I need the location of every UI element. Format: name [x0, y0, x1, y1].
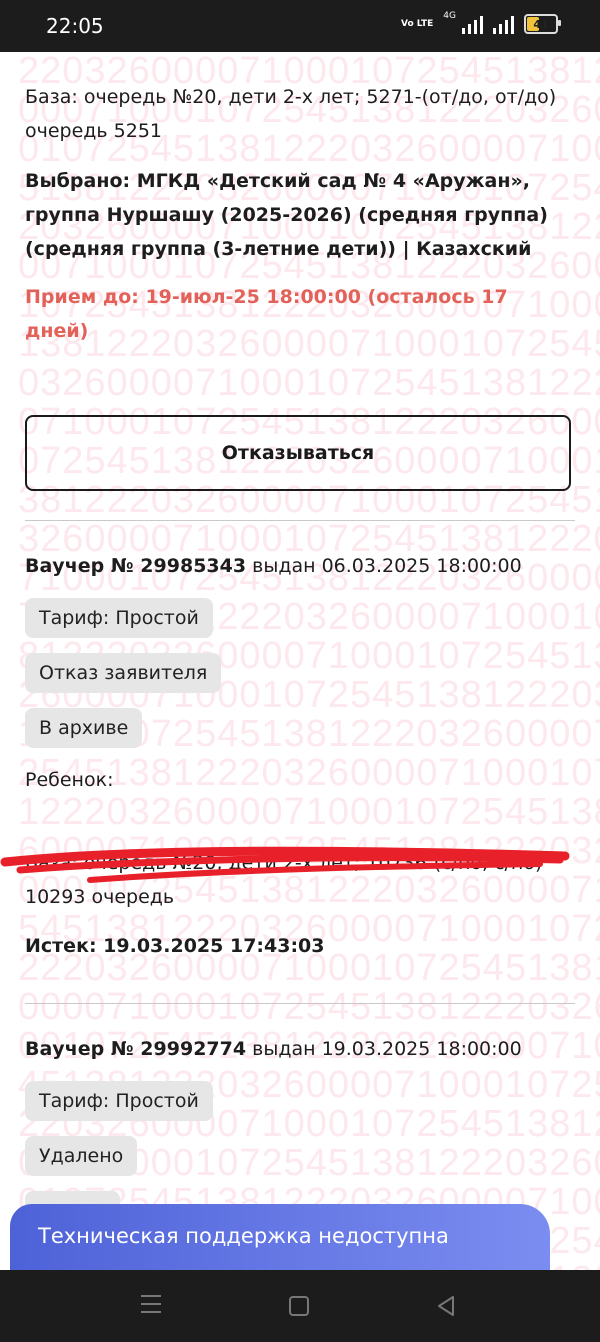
support-banner[interactable]: Техническая поддержка недоступна	[10, 1204, 550, 1276]
battery-icon: 41	[524, 14, 561, 34]
status-time: 22:05	[46, 14, 104, 38]
recent-apps-icon[interactable]	[141, 1295, 161, 1315]
network-type-label: 4G	[443, 11, 456, 21]
watermark-row: 0326000071000107254513812222203260000710…	[18, 362, 600, 404]
voucher-number: Ваучер № 29992774	[25, 1038, 247, 1060]
system-nav-bar	[0, 1270, 600, 1342]
tariff-chip: Тариф: Простой	[25, 1081, 213, 1121]
home-icon[interactable]	[289, 1296, 309, 1316]
voucher-issued: выдан 06.03.2025 18:00:00	[252, 555, 522, 577]
voucher-number: Ваучер № 29985343	[25, 555, 247, 577]
selected-kindergarten: Выбрано: МГКД «Детский сад № 4 «Аружан»,…	[25, 170, 548, 260]
current-base-line: База: очередь №20, дети 2-х лет; 5271-(о…	[25, 86, 557, 142]
watermark-row: 0000710001072545138122203262203260000710…	[18, 986, 600, 1028]
volte-icon: Vo LTE	[400, 18, 434, 29]
archive-chip: В архиве	[25, 708, 143, 748]
child-label: Ребенок:	[25, 769, 114, 791]
voucher-issued: выдан 19.03.2025 18:00:00	[252, 1038, 522, 1060]
redaction-scribble	[0, 846, 570, 883]
signal-icon	[462, 14, 483, 34]
watermark-row: 1222032600007100010725451382203260000710…	[18, 791, 600, 833]
voucher-header: Ваучер № 29985343 выдан 06.03.2025 18:00…	[25, 549, 575, 583]
expired-text: Истек: 19.03.2025 17:43:03	[25, 935, 325, 957]
tariff-chip: Тариф: Простой	[25, 598, 213, 638]
battery-level: 41	[533, 17, 549, 31]
divider	[25, 1003, 575, 1004]
status-icons: Vo LTE 4G 41	[400, 11, 561, 34]
signal-icon-2	[493, 14, 514, 34]
divider	[25, 520, 575, 521]
decline-button[interactable]: Отказываться	[25, 415, 571, 491]
deadline-text: Прием до: 19-июл-25 18:00:00 (осталось 1…	[25, 286, 508, 342]
status-bar: 22:05 Vo LTE 4G 41	[0, 0, 600, 52]
status-chip: Удалено	[25, 1136, 138, 1176]
status-chip: Отказ заявителя	[25, 653, 222, 693]
back-icon[interactable]	[436, 1295, 456, 1317]
voucher-header: Ваучер № 29992774 выдан 19.03.2025 18:00…	[25, 1032, 575, 1066]
